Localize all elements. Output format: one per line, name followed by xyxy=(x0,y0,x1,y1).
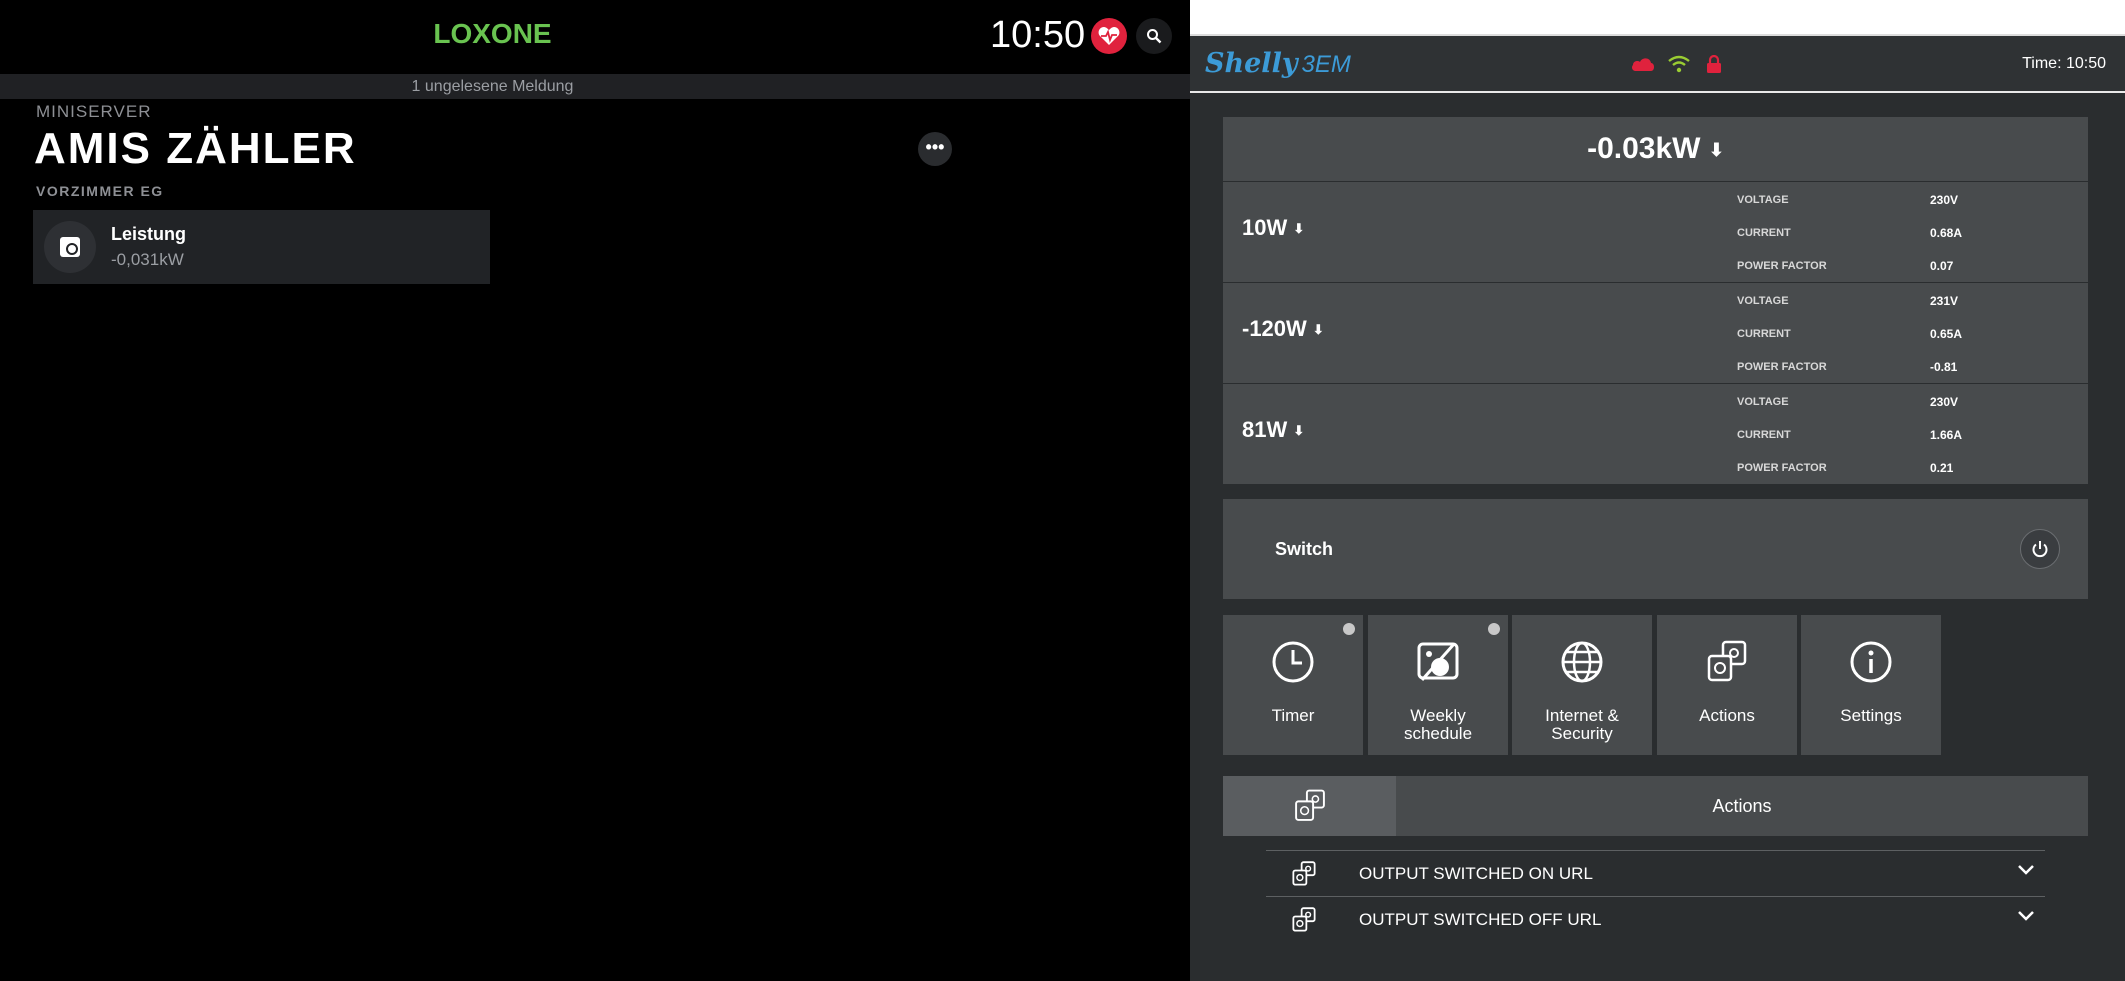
power-factor-label: POWER FACTOR xyxy=(1737,361,1827,373)
power-factor-value: 0.21 xyxy=(1930,461,1954,475)
phase-power: -120W xyxy=(1242,316,1307,341)
chevron-down-icon[interactable] xyxy=(2017,910,2035,922)
more-options-button[interactable]: ••• xyxy=(918,132,952,166)
voltage-label: VOLTAGE xyxy=(1737,295,1789,307)
power-factor-value: -0.81 xyxy=(1930,360,1958,374)
voltage-value: 230V xyxy=(1930,395,1959,409)
leistung-tile[interactable]: Leistung -0,031kW xyxy=(33,210,490,284)
total-power: -0.03kW ⬇ xyxy=(1223,117,2088,181)
status-dot xyxy=(1343,623,1355,635)
shelly-content: -0.03kW ⬇ 10W ⬇ VOLTAGE 230V CURRENT 0.6… xyxy=(1223,117,2088,942)
tile-settings[interactable]: Settings xyxy=(1801,615,1941,755)
power-factor-label: POWER FACTOR xyxy=(1737,260,1827,272)
action-row-label: OUTPUT SWITCHED OFF URL xyxy=(1359,910,1602,929)
browser-strip xyxy=(1190,0,2125,36)
action-row-label: OUTPUT SWITCHED ON URL xyxy=(1359,864,1593,883)
actions-icon xyxy=(1294,789,1325,821)
wifi-icon xyxy=(1668,55,1690,73)
switch-panel: Switch xyxy=(1223,499,2088,599)
info-icon xyxy=(1850,641,1892,683)
actions-tab[interactable] xyxy=(1223,776,1396,836)
cloud-icon xyxy=(1632,58,1654,71)
download-icon: ⬇ xyxy=(1293,423,1305,439)
shelly-logo: Shelly 3EM xyxy=(1205,48,1351,79)
heart-monitor-icon[interactable] xyxy=(1091,18,1127,54)
tile-weekly-schedule[interactable]: Weekly schedule xyxy=(1368,615,1508,755)
actions-icon xyxy=(1292,907,1316,932)
meter-icon xyxy=(44,221,96,273)
search-icon[interactable] xyxy=(1136,18,1172,54)
shelly-app: Shelly 3EM Time: 10:50 -0.03kW ⬇ 10W ⬇ VO… xyxy=(1190,0,2125,981)
phase-row: 81W ⬇ VOLTAGE 230V CURRENT 1.66A POWER F… xyxy=(1223,384,2088,484)
actions-icon xyxy=(1292,861,1316,886)
tile-value: -0,031kW xyxy=(111,250,184,269)
weekly-schedule-icon xyxy=(1417,642,1459,681)
tile-actions[interactable]: Actions xyxy=(1657,615,1797,755)
globe-icon xyxy=(1561,641,1603,683)
current-value: 1.66A xyxy=(1930,428,1963,442)
tile-timer[interactable]: Timer xyxy=(1223,615,1363,755)
download-icon: ⬇ xyxy=(1708,140,1724,161)
current-label: CURRENT xyxy=(1737,429,1791,441)
unread-notice[interactable]: 1 ungelesene Meldung xyxy=(0,74,1190,99)
phase-power: 81W xyxy=(1242,417,1288,442)
action-row-on[interactable]: OUTPUT SWITCHED ON URL xyxy=(1266,850,2045,896)
voltage-label: VOLTAGE xyxy=(1737,194,1789,206)
tile-label: Weekly schedule xyxy=(1403,706,1473,743)
action-list: OUTPUT SWITCHED ON URL OUTPUT SWITCHED O… xyxy=(1266,850,2045,942)
actions-icon xyxy=(1707,640,1747,682)
tile-label: Settings xyxy=(1840,706,1902,725)
feature-tiles: Timer Weekly schedule Internet & Securit… xyxy=(1223,615,2088,755)
tile-internet-security[interactable]: Internet & Security xyxy=(1512,615,1652,755)
chevron-down-icon[interactable] xyxy=(2017,864,2035,876)
phase-row: 10W ⬇ VOLTAGE 230V CURRENT 0.68A POWER F… xyxy=(1223,182,2088,282)
voltage-label: VOLTAGE xyxy=(1737,396,1789,408)
power-factor-label: POWER FACTOR xyxy=(1737,462,1827,474)
power-button[interactable] xyxy=(2020,529,2060,569)
action-row-off[interactable]: OUTPUT SWITCHED OFF URL xyxy=(1266,896,2045,942)
room-label: VORZIMMER EG xyxy=(36,183,164,199)
clock: 10:50 xyxy=(990,14,1086,56)
current-value: 0.65A xyxy=(1930,327,1963,341)
actions-header: Actions xyxy=(1223,776,2088,836)
current-label: CURRENT xyxy=(1737,227,1791,239)
shelly-navbar: Shelly 3EM Time: 10:50 xyxy=(1190,36,2125,93)
voltage-value: 230V xyxy=(1930,193,1959,207)
tile-label: Leistung xyxy=(111,224,186,244)
tile-label: Actions xyxy=(1699,706,1755,725)
download-icon: ⬇ xyxy=(1312,322,1324,338)
current-value: 0.68A xyxy=(1930,226,1963,240)
tile-label: Timer xyxy=(1271,706,1315,725)
model-label: 3EM xyxy=(1301,51,1351,78)
actions-title: Actions xyxy=(1712,796,1772,816)
switch-label: Switch xyxy=(1275,539,1334,559)
phase-power: 10W xyxy=(1242,215,1288,240)
tile-label: Internet & Security xyxy=(1545,706,1619,743)
power-factor-value: 0.07 xyxy=(1930,259,1954,273)
status-dot xyxy=(1488,623,1500,635)
page-title: AMIS ZÄHLER xyxy=(34,124,357,173)
current-label: CURRENT xyxy=(1737,328,1791,340)
clock-icon xyxy=(1272,641,1314,683)
shelly-time: Time: 10:50 xyxy=(2022,55,2106,72)
loxone-app: LOXONE 10:50 1 ungelesene Meldung MINISE… xyxy=(0,0,1190,981)
loxone-logo: LOXONE xyxy=(433,18,552,49)
lock-icon xyxy=(1707,55,1721,73)
power-icon xyxy=(2032,541,2048,558)
breadcrumb[interactable]: MINISERVER xyxy=(36,102,152,122)
download-icon: ⬇ xyxy=(1293,221,1305,237)
voltage-value: 231V xyxy=(1930,294,1959,308)
phase-row: -120W ⬇ VOLTAGE 231V CURRENT 0.65A POWER… xyxy=(1223,283,2088,383)
